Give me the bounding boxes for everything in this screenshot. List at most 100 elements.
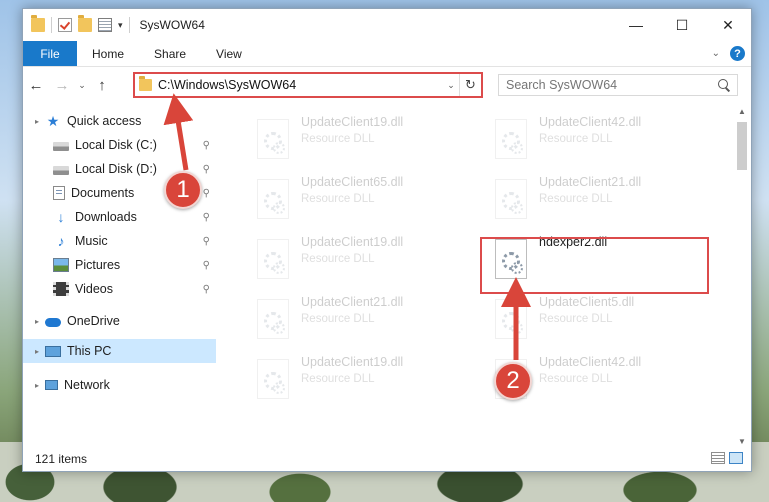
expand-caret-icon[interactable]: ▸ (35, 381, 39, 390)
minimize-button[interactable]: — (613, 9, 659, 41)
file-item[interactable]: UpdateClient19.dll Resource DLL (243, 113, 465, 165)
details-view-icon[interactable] (711, 452, 725, 464)
nav-item-label: Downloads (75, 210, 137, 224)
dll-file-icon (495, 119, 527, 159)
customize-toolbar-dropdown[interactable]: ▾ (118, 20, 123, 31)
onedrive-icon (45, 318, 61, 327)
file-item[interactable]: UpdateClient21.dll Resource DLL (243, 293, 465, 345)
scrollbar-thumb[interactable] (737, 122, 747, 170)
nav-item-quick-access[interactable]: ▸ ★ Quick access (23, 109, 216, 133)
nav-item-videos[interactable]: Videos ⚲ (23, 277, 216, 301)
window-controls: — ☐ ✕ (613, 9, 751, 41)
folder-icon (31, 15, 45, 32)
file-item[interactable]: UpdateClient65.dll Resource DLL (243, 173, 465, 225)
tab-share[interactable]: Share (139, 41, 201, 66)
file-type: Resource DLL (539, 313, 613, 325)
help-icon[interactable]: ? (730, 46, 745, 61)
file-name: UpdateClient21.dll (539, 175, 642, 189)
scroll-up-arrow-icon[interactable]: ▲ (735, 105, 749, 119)
toolbar-divider (51, 17, 52, 33)
file-name: UpdateClient42.dll (539, 115, 642, 129)
pin-icon[interactable]: ⚲ (203, 284, 210, 295)
nav-item-local-disk-c[interactable]: Local Disk (C:) ⚲ (23, 133, 216, 157)
star-icon: ★ (46, 113, 60, 129)
network-icon (45, 380, 58, 390)
pin-icon[interactable]: ⚲ (203, 164, 210, 175)
file-name: UpdateClient19.dll (301, 355, 404, 369)
nav-item-onedrive[interactable]: ▸ OneDrive (23, 309, 216, 333)
search-icon[interactable] (718, 79, 730, 91)
item-count: 121 items (35, 452, 88, 466)
file-type: Resource DLL (301, 373, 375, 385)
local-disk-icon (53, 141, 69, 151)
pin-icon[interactable]: ⚲ (203, 260, 210, 271)
expand-caret-icon[interactable]: ▸ (35, 317, 39, 326)
tab-home[interactable]: Home (77, 41, 139, 66)
pin-icon[interactable]: ⚲ (203, 188, 210, 199)
nav-item-label: Documents (71, 186, 135, 200)
address-row: ← → ⌄ ↑ C:\Windows\SysWOW64 ⌄ ↻ (23, 67, 751, 103)
file-item[interactable]: UpdateClient19.dll Resource DLL (243, 233, 465, 285)
local-disk-icon (53, 165, 69, 175)
dll-file-icon (257, 119, 289, 159)
window-title: SysWOW64 (139, 18, 205, 32)
nav-item-music[interactable]: ♪ Music ⚲ (23, 229, 216, 253)
folder-icon (139, 76, 152, 91)
recent-locations-dropdown[interactable]: ⌄ (75, 80, 89, 91)
address-dropdown[interactable]: ⌄ (443, 80, 459, 91)
pictures-icon (53, 258, 69, 272)
refresh-button[interactable]: ↻ (459, 74, 481, 96)
back-button[interactable]: ← (23, 77, 49, 94)
annotation-badge-1: 1 (164, 171, 202, 209)
ribbon-right-controls: ⌄ ? (712, 46, 745, 61)
large-icons-view-icon[interactable] (729, 452, 743, 464)
file-item[interactable]: UpdateClient5.dll Resource DLL (481, 293, 703, 345)
dll-file-icon (257, 239, 289, 279)
close-button[interactable]: ✕ (705, 9, 751, 41)
dll-file-icon (495, 299, 527, 339)
vertical-scrollbar[interactable]: ▲ ▼ (735, 105, 749, 449)
nav-item-label: Music (75, 234, 108, 248)
quick-access-toolbar: ▾ (23, 15, 130, 33)
rename-icon[interactable] (98, 18, 112, 32)
file-type: Resource DLL (539, 373, 613, 385)
dll-file-icon (257, 359, 289, 399)
nav-item-label: Videos (75, 282, 113, 296)
file-name: UpdateClient42.dll (539, 355, 642, 369)
new-folder-icon[interactable] (78, 15, 92, 32)
search-box[interactable] (498, 74, 738, 96)
nav-item-downloads[interactable]: ↓ Downloads ⚲ (23, 205, 216, 229)
title-bar: ▾ SysWOW64 — ☐ ✕ (23, 9, 751, 41)
tab-file[interactable]: File (23, 41, 77, 66)
file-list: UpdateClient19.dll Resource DLL UpdateCli… (218, 103, 735, 447)
nav-item-pictures[interactable]: Pictures ⚲ (23, 253, 216, 277)
nav-item-label: OneDrive (67, 314, 120, 328)
pin-icon[interactable]: ⚲ (203, 140, 210, 151)
file-type: Resource DLL (301, 253, 375, 265)
file-item[interactable]: UpdateClient42.dll Resource DLL (481, 113, 703, 165)
pin-icon[interactable]: ⚲ (203, 236, 210, 247)
annotation-badge-2: 2 (494, 362, 532, 400)
pin-icon[interactable]: ⚲ (203, 212, 210, 223)
tab-view[interactable]: View (201, 41, 257, 66)
file-item[interactable]: UpdateClient21.dll Resource DLL (481, 173, 703, 225)
expand-caret-icon[interactable]: ▸ (35, 117, 39, 126)
nav-item-label: Pictures (75, 258, 121, 272)
address-path[interactable]: C:\Windows\SysWOW64 (158, 78, 443, 92)
music-icon: ♪ (57, 233, 65, 249)
up-button[interactable]: ↑ (89, 77, 115, 94)
forward-button[interactable]: → (49, 77, 75, 94)
file-name: UpdateClient65.dll (301, 175, 404, 189)
nav-item-this-pc[interactable]: ▸ This PC (23, 339, 216, 363)
file-type: Resource DLL (539, 193, 613, 205)
address-bar[interactable]: C:\Windows\SysWOW64 ⌄ ↻ (133, 72, 483, 98)
file-name: UpdateClient19.dll (301, 235, 404, 249)
maximize-button[interactable]: ☐ (659, 9, 705, 41)
nav-item-network[interactable]: ▸ Network (23, 373, 216, 397)
expand-ribbon-chevron-icon[interactable]: ⌄ (712, 48, 720, 59)
file-item[interactable]: UpdateClient19.dll Resource DLL (243, 353, 465, 405)
file-name: UpdateClient19.dll (301, 115, 404, 129)
search-input[interactable] (506, 78, 718, 92)
properties-check-icon[interactable] (58, 18, 72, 32)
expand-caret-icon[interactable]: ▸ (35, 347, 39, 356)
